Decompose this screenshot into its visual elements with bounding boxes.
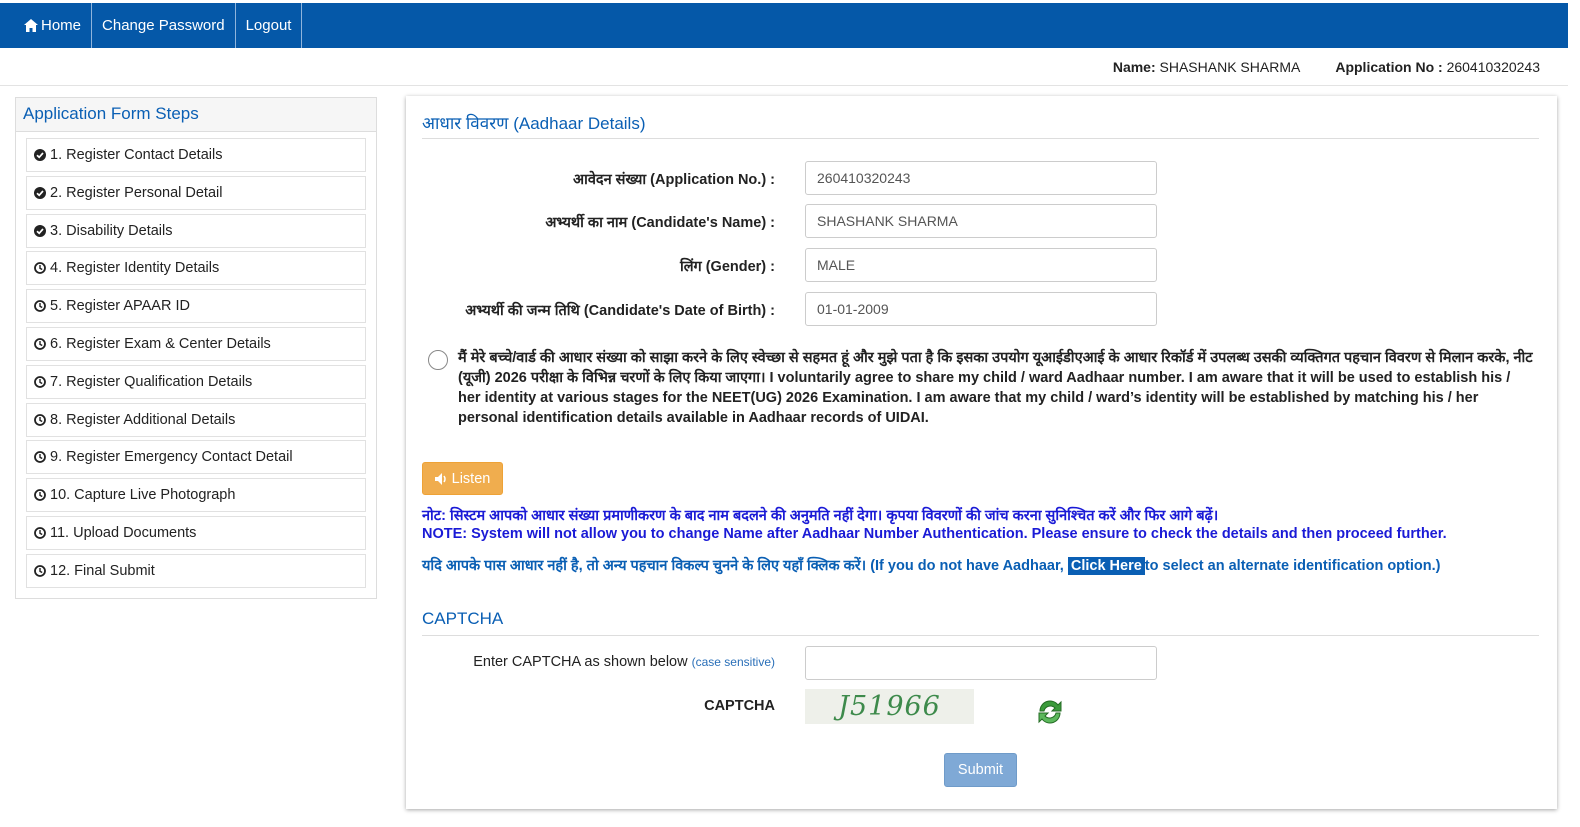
captcha-input[interactable] <box>805 646 1157 680</box>
sidebar-step[interactable]: 4. Register Identity Details <box>26 251 366 286</box>
field-label: अभ्यर्थी का नाम (Candidate's Name) : <box>545 212 775 232</box>
captcha-enter-label: Enter CAPTCHA as shown below (case sensi… <box>473 654 775 670</box>
user-info: Name: SHASHANK SHARMA Application No : 2… <box>1113 59 1540 75</box>
check-circle-icon <box>34 149 46 161</box>
sidebar-step[interactable]: 5. Register APAAR ID <box>26 289 366 324</box>
sidebar-step[interactable]: 1. Register Contact Details <box>26 138 366 172</box>
clock-icon <box>34 489 46 502</box>
steps-list: 1. Register Contact Details 2. Register P… <box>16 132 376 588</box>
captcha-image: J51966 <box>805 689 974 724</box>
clock-icon <box>34 413 46 426</box>
alternate-id-text-post: to select an alternate identification op… <box>1144 558 1441 574</box>
aadhaar-section-title: आधार विवरण (Aadhaar Details) <box>422 111 645 134</box>
field-label-en: (Candidate's Date of Birth) : <box>583 303 775 319</box>
sidebar-step-label: 4. Register Identity Details <box>50 260 220 277</box>
sidebar-step-label: 2. Register Personal Detail <box>50 184 223 201</box>
clock-icon <box>34 338 46 350</box>
note-english: NOTE: System will not allow you to chang… <box>422 526 1447 542</box>
aadhaar-field-row: आवेदन संख्या (Application No.) : 26041032… <box>406 161 1557 195</box>
nav-logout-link[interactable]: Logout <box>236 3 303 48</box>
listen-button[interactable]: Listen <box>422 462 503 495</box>
application-no: 260410320243 <box>1446 59 1540 75</box>
field-label-hi: आवेदन संख्या <box>573 172 647 188</box>
sidebar-step-label: 10. Capture Live Photograph <box>50 487 236 504</box>
listen-label: Listen <box>451 470 491 487</box>
alternate-id-line: यदि आपके पास आधार नहीं है, तो अन्य पहचान… <box>422 555 1440 575</box>
sidebar-step[interactable]: 9. Register Emergency Contact Detail <box>26 440 366 475</box>
field-label-hi: अभ्यर्थी का नाम <box>545 215 628 231</box>
nav-change-password-link[interactable]: Change Password <box>92 3 236 48</box>
clock-icon <box>34 564 46 577</box>
sidebar-step[interactable]: 8. Register Additional Details <box>26 402 366 437</box>
consent-text: मैं मेरे बच्चे/वार्ड की आधार संख्या को स… <box>458 350 1533 426</box>
clock-icon <box>34 375 46 388</box>
aadhaar-title-en: (Aadhaar Details) <box>513 114 646 133</box>
sidebar-step[interactable]: 7. Register Qualification Details <box>26 364 366 399</box>
captcha-section-title: CAPTCHA <box>422 609 504 628</box>
nav-home-link[interactable]: Home <box>0 3 93 48</box>
sidebar-step[interactable]: 11. Upload Documents <box>26 515 366 550</box>
application-no-label: Application No : <box>1335 59 1443 75</box>
aadhaar-field-row: अभ्यर्थी का नाम (Candidate's Name) : SHAS… <box>406 204 1557 238</box>
sidebar-step-label: 3. Disability Details <box>50 222 173 239</box>
sidebar-step-label: 5. Register APAAR ID <box>50 298 190 315</box>
clock-icon <box>34 262 46 275</box>
sidebar-step-label: 8. Register Additional Details <box>50 411 236 428</box>
consent-radio[interactable] <box>428 350 448 370</box>
field-value[interactable]: 01-01-2009 <box>805 292 1157 326</box>
captcha-label: CAPTCHA <box>704 698 775 714</box>
refresh-captcha-icon[interactable] <box>1034 696 1066 728</box>
sidebar-step-label: 11. Upload Documents <box>50 524 197 541</box>
aadhaar-title-hi: आधार विवरण <box>422 114 509 133</box>
nav-home-label: Home <box>41 17 82 34</box>
sidebar-step[interactable]: 10. Capture Live Photograph <box>26 478 366 513</box>
field-value[interactable]: SHASHANK SHARMA <box>805 204 1157 238</box>
field-label: आवेदन संख्या (Application No.) : <box>573 169 775 189</box>
sidebar-step-label: 6. Register Exam & Center Details <box>50 335 271 352</box>
main-panel: आधार विवरण (Aadhaar Details) आवेदन संख्य… <box>406 96 1557 809</box>
section-divider <box>422 138 1539 139</box>
clock-icon <box>34 300 46 313</box>
alternate-id-text-pre: यदि आपके पास आधार नहीं है, तो अन्य पहचान… <box>422 558 1064 574</box>
submit-button[interactable]: Submit <box>944 753 1017 787</box>
check-circle-icon <box>34 224 46 237</box>
clock-icon <box>34 527 46 539</box>
user-name: SHASHANK SHARMA <box>1159 59 1300 75</box>
sidebar-step[interactable]: 2. Register Personal Detail <box>26 175 366 210</box>
check-circle-icon <box>34 186 46 199</box>
field-value[interactable]: 260410320243 <box>805 161 1157 195</box>
sidebar-step[interactable]: 12. Final Submit <box>26 553 366 588</box>
note-hindi: नोट: सिस्टम आपको आधार संख्या प्रमाणीकरण … <box>422 508 1219 524</box>
top-nav: Home Change Password Logout <box>0 3 1568 48</box>
field-label-hi: अभ्यर्थी की जन्म तिथि <box>465 303 580 319</box>
sidebar-step-label: 1. Register Contact Details <box>50 147 223 163</box>
steps-sidebar: Application Form Steps 1. Register Conta… <box>15 97 377 599</box>
sidebar-title: Application Form Steps <box>16 98 376 132</box>
aadhaar-field-row: अभ्यर्थी की जन्म तिथि (Candidate's Date … <box>406 292 1557 326</box>
field-label-en: (Application No.) : <box>650 172 775 188</box>
clock-icon <box>34 451 46 464</box>
speaker-icon <box>434 472 446 485</box>
name-label: Name: <box>1112 59 1156 75</box>
home-icon <box>24 19 38 32</box>
sidebar-step-label: 7. Register Qualification Details <box>50 373 253 390</box>
field-label-en: (Gender) : <box>705 259 775 275</box>
user-info-bar: Name: SHASHANK SHARMA Application No : 2… <box>0 48 1568 86</box>
field-label-en: (Candidate's Name) : <box>631 215 775 231</box>
sidebar-step[interactable]: 3. Disability Details <box>26 213 366 248</box>
captcha-enter-text: Enter CAPTCHA as shown below <box>473 654 688 670</box>
aadhaar-field-row: लिंग (Gender) : MALE <box>406 248 1557 282</box>
click-here-link[interactable]: Click Here <box>1067 557 1145 575</box>
captcha-divider <box>422 635 1539 636</box>
sidebar-step-label: 12. Final Submit <box>50 562 155 579</box>
field-label-hi: लिंग <box>679 259 702 275</box>
field-label: अभ्यर्थी की जन्म तिथि (Candidate's Date … <box>465 300 775 320</box>
field-label: लिंग (Gender) : <box>680 256 775 276</box>
case-sensitive-note: (case sensitive) <box>691 655 775 669</box>
sidebar-step-label: 9. Register Emergency Contact Detail <box>50 449 293 466</box>
field-value[interactable]: MALE <box>805 248 1157 282</box>
sidebar-step[interactable]: 6. Register Exam & Center Details <box>26 326 366 361</box>
